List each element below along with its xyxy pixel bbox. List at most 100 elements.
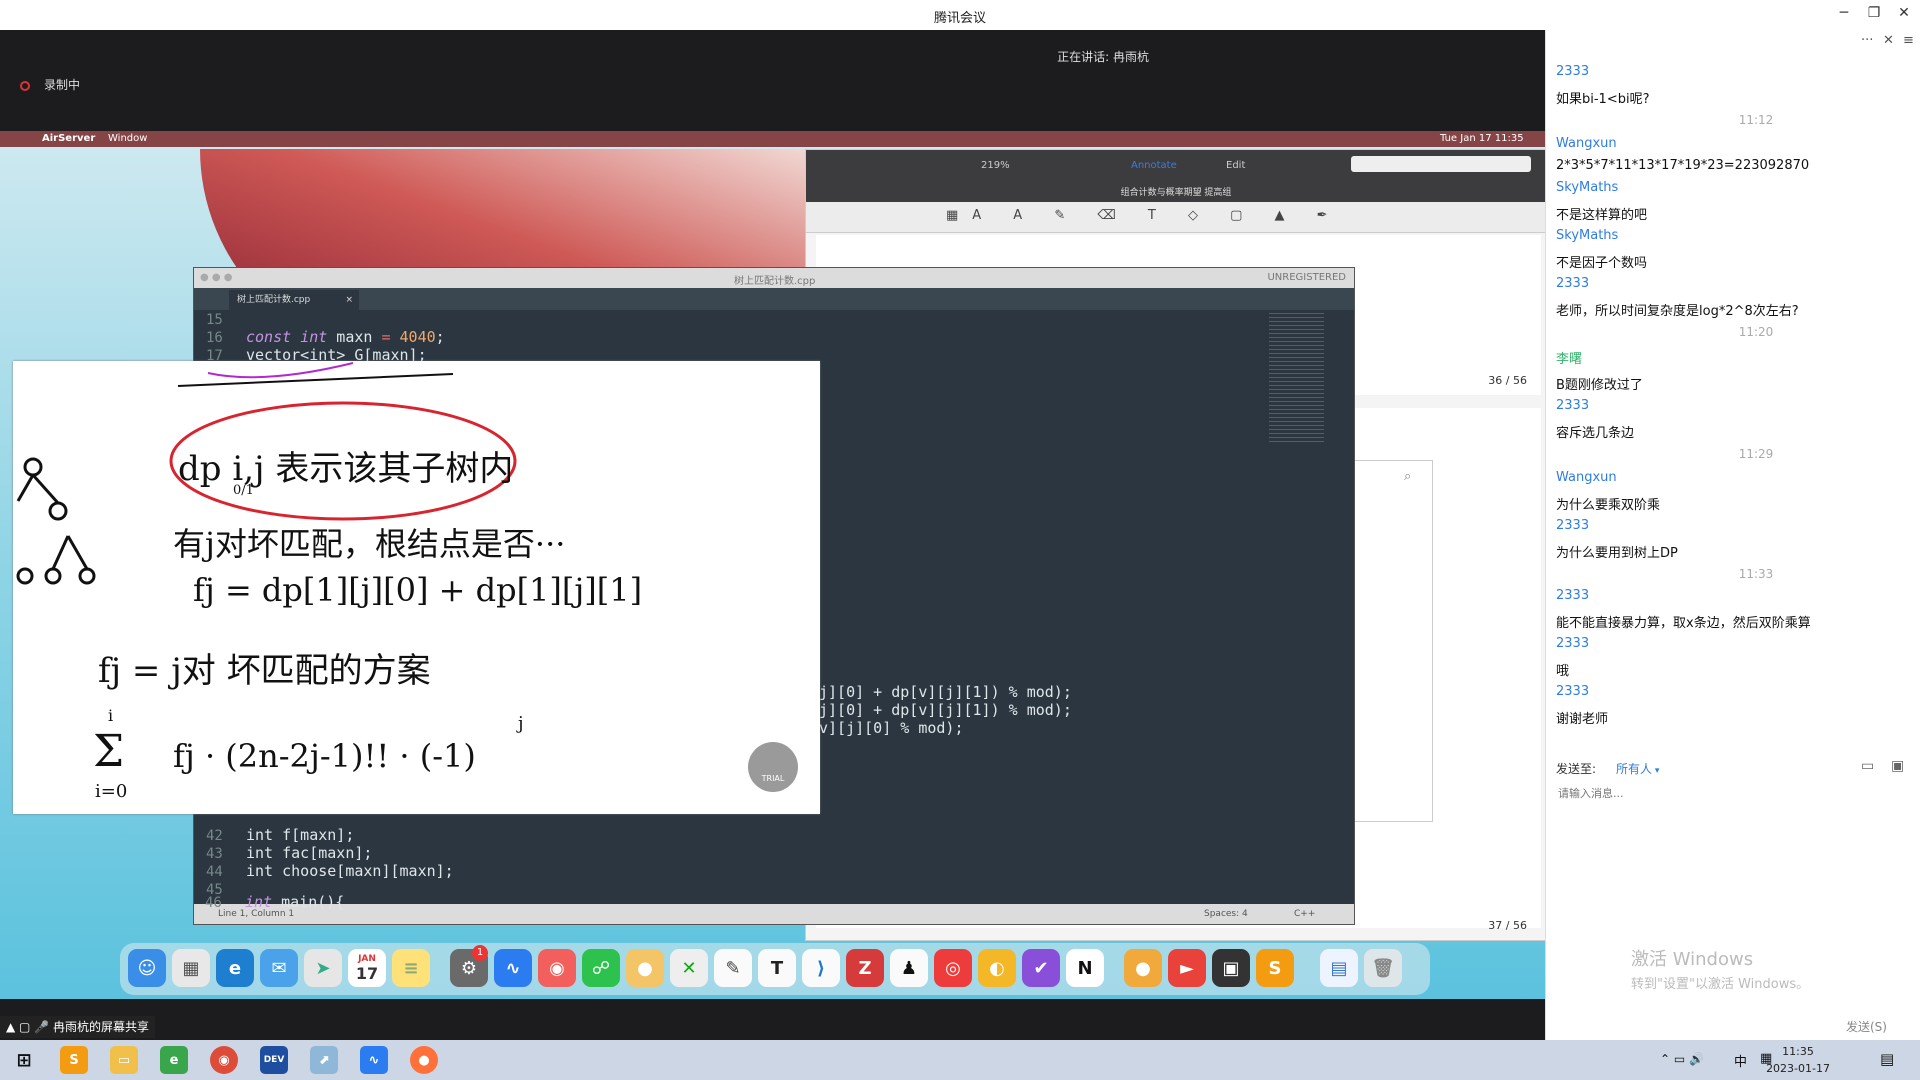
clock-time: 11:35 [1782, 1045, 1814, 1058]
restore-icon[interactable]: ❐ [1864, 5, 1884, 21]
send-to-dropdown[interactable]: 所有人 [1616, 762, 1652, 776]
pencil-icon[interactable]: ✎ [714, 949, 752, 987]
menubar-clock: Tue Jan 17 11:35 [1440, 133, 1524, 144]
notification-icon[interactable]: ▤ [1880, 1050, 1894, 1068]
mail-icon[interactable]: ✉ [260, 949, 298, 987]
minimap[interactable] [1269, 313, 1324, 443]
file-icon[interactable]: ▭ [1861, 758, 1874, 774]
app-green-icon[interactable]: e [160, 1046, 188, 1074]
code-line: v][j][0] % mod); [819, 719, 964, 737]
trial-label: TRIAL [761, 774, 785, 783]
bear-icon[interactable]: ● [626, 949, 664, 987]
notion-icon[interactable]: N [1066, 949, 1104, 987]
unregistered-label: UNREGISTERED [1267, 272, 1346, 283]
chat-message: 不是这样算的吧 [1556, 208, 1648, 223]
launchpad-icon[interactable]: ▦ [172, 949, 210, 987]
ime-indicator[interactable]: 中 [1734, 1051, 1747, 1070]
start-icon[interactable]: ⊞ [10, 1046, 38, 1074]
cyberduck-icon[interactable]: ● [1124, 949, 1162, 987]
finder-icon[interactable]: ☺ [128, 949, 166, 987]
tab-close-icon[interactable]: × [345, 290, 353, 310]
search-icon[interactable]: ⌕ [1404, 469, 1411, 484]
trash-icon[interactable]: 🗑 [1364, 949, 1402, 987]
page-indicator: 36 / 56 [1488, 374, 1527, 387]
sublime-icon[interactable]: S [1256, 949, 1294, 987]
close-icon[interactable]: ✕ [1894, 5, 1914, 21]
send-button[interactable]: 发送(S) [1846, 1018, 1887, 1035]
mac-dock: ☺ ▦ e ✉ ➤ JAN 17 ≡ ⚙ 1 ∿ ◉ ☍ ● ✕ ✎ T ⟩ Z … [120, 943, 1430, 995]
chat-sender: SkyMaths [1556, 180, 1619, 195]
chat-input[interactable] [1556, 782, 1900, 804]
chat-sender: Wangxun [1556, 470, 1617, 485]
chat-message: 哦 [1556, 664, 1570, 679]
devcpp-icon[interactable]: DEV [260, 1046, 288, 1074]
downloads-icon[interactable]: ▤ [1320, 949, 1358, 987]
chat-sender: 2333 [1556, 398, 1590, 413]
record-icon [20, 81, 30, 91]
code-line: int choose[maxn][maxn]; [246, 862, 454, 880]
screenshot-icon[interactable]: ▣ [1891, 758, 1904, 774]
sublime-taskbar-icon[interactable]: S [60, 1046, 88, 1074]
notes-icon[interactable]: ≡ [392, 949, 430, 987]
chat-message: 容斥选几条边 [1556, 426, 1635, 441]
chat-menu-icon[interactable]: ≡ [1903, 33, 1914, 48]
vscode-icon[interactable]: ⟩ [802, 949, 840, 987]
edit-mode[interactable]: Edit [1226, 160, 1245, 171]
maps-icon[interactable]: ➤ [304, 949, 342, 987]
edge-icon[interactable]: e [216, 949, 254, 987]
pdf-title: 组合计数与概率期望 提高组 [1120, 188, 1232, 198]
tasks-icon[interactable]: ✔ [1022, 949, 1060, 987]
qq-icon[interactable]: ♟ [890, 949, 928, 987]
explorer-icon[interactable]: ▭ [110, 1046, 138, 1074]
minimize-icon[interactable]: ─ [1834, 5, 1854, 21]
chrome-icon[interactable]: ◉ [210, 1046, 238, 1074]
traffic-lights[interactable]: ● ● ● [200, 272, 233, 283]
wechat-icon[interactable]: ☍ [582, 949, 620, 987]
chat-panel: ··· ✕ ≡ 2333 如果bi-1<bi呢? 11:12 Wangxun 2… [1545, 30, 1920, 1040]
zoom-level[interactable]: 219% [981, 160, 1010, 171]
chat-message: 如果bi-1<bi呢? [1556, 92, 1650, 107]
activation-title: 激活 Windows [1631, 949, 1754, 970]
editor-tab-label: 树上匹配计数.cpp [237, 295, 311, 305]
handwriting-line-2: 有j对坏匹配，根结点是否··· [173, 525, 566, 563]
chevron-down-icon[interactable]: ▾ [1652, 766, 1660, 776]
editor-tab[interactable]: 树上匹配计数.cpp × [229, 290, 359, 310]
paper-icon[interactable]: ⬈ [310, 1046, 338, 1074]
clash-icon[interactable]: ◐ [978, 949, 1016, 987]
screenrec-icon[interactable]: ◉ [538, 949, 576, 987]
pdf-expert-icon[interactable]: ► [1168, 949, 1206, 987]
taskbar-clock[interactable]: 11:35 2023-01-17 [1766, 1043, 1830, 1077]
calendar-icon[interactable]: JAN 17 [348, 949, 386, 987]
chat-sender: 2333 [1556, 64, 1590, 79]
syntax-setting[interactable]: C++ [1294, 909, 1315, 919]
chat-sender: 2333 [1556, 684, 1590, 699]
pdf-search-field[interactable] [1351, 156, 1531, 172]
trial-badge: TRIAL [748, 742, 798, 792]
code-line: int main(){ [245, 893, 345, 911]
tray-icons[interactable]: ⌃ ▭ 🔊 [1660, 1052, 1704, 1066]
more-icon[interactable]: ··· [1861, 33, 1873, 48]
send-to-row: 发送至: 所有人 ▾ [1556, 760, 1659, 777]
chat-message: 能不能直接暴力算，取x条边，然后双阶乘算 [1556, 616, 1811, 631]
indent-setting[interactable]: Spaces: 4 [1204, 909, 1248, 919]
whiteboard-app-icon[interactable]: ▣ [1212, 949, 1250, 987]
code-line: int f[maxn]; [246, 826, 355, 844]
window-titlebar: 腾讯会议 ─ ❐ ✕ [0, 0, 1920, 31]
tencent-meeting-icon[interactable]: ∿ [360, 1046, 388, 1074]
typora-icon[interactable]: T [758, 949, 796, 987]
zotero-icon[interactable]: Z [846, 949, 884, 987]
annotate-mode[interactable]: Annotate [1131, 160, 1177, 171]
editor-file-title: 树上匹配计数.cpp [734, 276, 816, 287]
code-line: j][0] + dp[v][j][1]) % mod); [819, 683, 1072, 701]
xmind-icon[interactable]: ✕ [670, 949, 708, 987]
chat-sender: 2333 [1556, 276, 1590, 291]
chat-sender: SkyMaths [1556, 228, 1619, 243]
airserver-icon[interactable]: ∿ [494, 949, 532, 987]
chat-message: 老师，所以时间复杂度是log*2^8次左右? [1556, 304, 1799, 319]
chat-time: 11:29 [1738, 447, 1774, 461]
firefox-icon[interactable]: ● [410, 1046, 438, 1074]
chat-close-icon[interactable]: ✕ [1883, 33, 1894, 48]
netease-music-icon[interactable]: ◎ [934, 949, 972, 987]
user-icon: ▲ ▢ 🎤 [6, 1020, 53, 1034]
annotation-tool-icons[interactable]: ▦A A ✎ ⌫ T ◇ ▢ ▲ ✒ [946, 208, 1342, 223]
